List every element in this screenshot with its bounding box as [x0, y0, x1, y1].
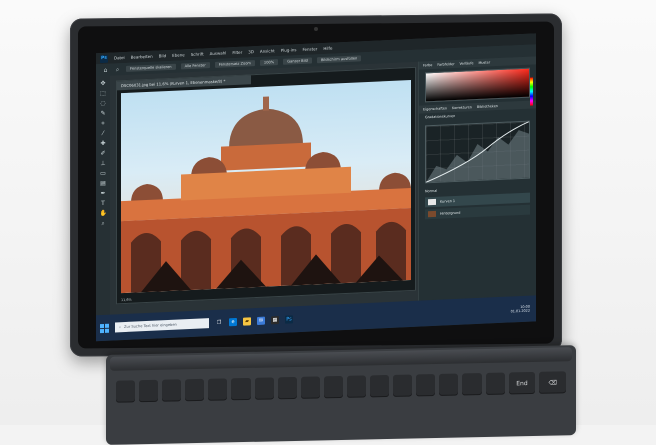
photoshop-logo-icon: Ps	[100, 54, 108, 63]
option-scrubby-zoom[interactable]: Fenstersatz Zoom	[214, 60, 255, 68]
layer-background-row[interactable]: Hintergrund	[425, 204, 530, 220]
mosque-illustration	[121, 96, 411, 294]
hue-slider[interactable]	[530, 77, 533, 106]
quick-select-icon[interactable]: ✎	[100, 110, 107, 117]
keyboard-key[interactable]	[277, 376, 297, 400]
tab-libraries[interactable]: Bibliotheken	[477, 104, 498, 109]
keyboard-key[interactable]	[416, 374, 436, 397]
ps-right-panels: Farbe Farbfelder Verläufe Muster Eigensc…	[418, 56, 536, 301]
color-picker-field[interactable]	[425, 67, 530, 103]
layer-name: Kurven 1	[440, 199, 456, 204]
menu-image[interactable]: Bild	[159, 53, 167, 58]
search-placeholder: Zur Suche Text hier eingeben	[124, 322, 177, 330]
keyboard-key[interactable]	[485, 372, 505, 395]
keyboard-key[interactable]	[439, 373, 459, 396]
document-zoom-status: 11,6%	[121, 297, 132, 303]
photoshop-taskbar-icon[interactable]: Ps	[285, 315, 293, 324]
dome-spire-shape	[263, 96, 269, 111]
keyboard-key[interactable]	[300, 376, 320, 399]
mail-icon[interactable]: ✉	[257, 316, 265, 325]
menu-window[interactable]: Fenster	[302, 46, 317, 52]
backspace-key-icon[interactable]: ⌫	[539, 371, 567, 394]
system-tray-clock[interactable]: 10:00 01.01.2022	[511, 304, 530, 314]
keyboard-key[interactable]	[370, 374, 390, 398]
keyboard-key[interactable]	[116, 380, 136, 403]
taskbar-search-input[interactable]: ⌕ Zur Suche Text hier eingeben	[115, 318, 209, 333]
menu-file[interactable]: Datei	[114, 55, 125, 60]
option-fit-screen[interactable]: Ganzer Bild	[283, 57, 312, 65]
layer-thumb-icon	[428, 210, 436, 218]
healing-brush-icon[interactable]: ✚	[100, 140, 107, 147]
detachable-keyboard: End ⌫	[106, 345, 576, 445]
eyedropper-icon[interactable]: ⁄	[100, 130, 107, 137]
tab-patterns[interactable]: Muster	[478, 60, 490, 65]
hand-tool-icon[interactable]: ✋	[100, 210, 107, 217]
tab-gradients[interactable]: Verläufe	[459, 61, 473, 66]
menu-select[interactable]: Auswahl	[210, 50, 227, 56]
brush-tool-icon[interactable]: ✐	[100, 150, 107, 157]
edge-icon[interactable]: e	[229, 317, 237, 327]
stamp-tool-icon[interactable]: ⊥	[100, 160, 107, 167]
keyboard-key[interactable]	[346, 375, 367, 398]
document-window: DSC06031.jpg bei 11,6% (Kurven 1, Ebenen…	[116, 66, 416, 305]
keyboard-key[interactable]	[323, 375, 343, 399]
menu-edit[interactable]: Bearbeiten	[131, 54, 153, 60]
marquee-tool-icon[interactable]: ⬚	[100, 90, 107, 97]
end-key[interactable]: End	[508, 371, 536, 395]
text-tool-icon[interactable]: T	[100, 200, 107, 207]
menu-3d[interactable]: 3D	[248, 49, 254, 54]
keyboard-key[interactable]	[185, 378, 205, 402]
tab-properties[interactable]: Eigenschaften	[423, 106, 447, 111]
tab-adjustments[interactable]: Korrekturen	[452, 105, 472, 110]
curves-graph[interactable]	[425, 120, 530, 184]
dome-drum-shape	[221, 142, 311, 171]
curves-svg	[425, 121, 530, 183]
tab-color[interactable]: Farbe	[423, 63, 432, 67]
keyboard-key[interactable]	[462, 373, 482, 396]
windows-start-icon[interactable]	[100, 323, 109, 333]
option-all-windows[interactable]: Alle Fenster	[180, 62, 210, 70]
layer-thumb-icon	[428, 198, 436, 206]
zoom-tool-icon[interactable]: ⌕	[100, 220, 107, 227]
move-tool-icon[interactable]: ✥	[100, 80, 107, 87]
keyboard-key[interactable]	[208, 378, 228, 401]
menu-layer[interactable]: Ebene	[172, 52, 185, 58]
search-icon: ⌕	[119, 325, 122, 330]
home-icon[interactable]: ⌂	[102, 66, 109, 73]
layer-name: Hintergrund	[440, 210, 461, 216]
front-camera	[314, 26, 318, 32]
keyboard-key[interactable]	[254, 377, 274, 400]
keyboard-key[interactable]	[162, 379, 182, 402]
keyboard-key[interactable]	[393, 374, 413, 397]
task-view-icon[interactable]: ❐	[215, 319, 223, 327]
pen-tool-icon[interactable]: ✒	[100, 190, 107, 197]
tablet-screen: Ps Datei Bearbeiten Bild Ebene Schrift A…	[96, 33, 536, 342]
zoom-icon[interactable]: ⌕	[114, 66, 121, 73]
eraser-tool-icon[interactable]: ▭	[100, 170, 107, 177]
menu-view[interactable]: Ansicht	[260, 48, 275, 54]
mosque-photo	[121, 80, 411, 294]
keyboard-key[interactable]	[139, 379, 159, 403]
gradient-tool-icon[interactable]: ▤	[100, 180, 107, 187]
keyboard-top-row: End ⌫	[116, 371, 567, 403]
menu-plugins[interactable]: Plug-ins	[281, 47, 297, 53]
option-fill-screen[interactable]: Bildschirm ausfüllen	[316, 55, 362, 64]
option-100-percent[interactable]: 100%	[259, 59, 279, 66]
tablet-device: Ps Datei Bearbeiten Bild Ebene Schrift A…	[70, 13, 562, 357]
store-icon[interactable]: ▦	[271, 315, 279, 325]
lasso-tool-icon[interactable]: ◌	[100, 100, 107, 107]
tray-date: 01.01.2022	[510, 308, 530, 314]
option-resize-windows[interactable]: Fensterquelle skalieren	[126, 63, 176, 72]
keyboard-key[interactable]	[231, 377, 251, 401]
tab-swatches[interactable]: Farbfelder	[437, 62, 454, 67]
file-explorer-icon[interactable]: ▰	[243, 317, 251, 326]
menu-filter[interactable]: Filter	[232, 50, 242, 55]
crop-tool-icon[interactable]: ⌗	[100, 120, 107, 127]
menu-help[interactable]: Hilfe	[323, 46, 332, 51]
ps-toolbar: ✥ ⬚ ◌ ✎ ⌗ ⁄ ✚ ✐ ⊥ ▭ ▤ ✒ T ✋ ⌕	[96, 75, 110, 316]
main-dome-shape	[229, 108, 303, 149]
menu-type[interactable]: Schrift	[191, 51, 204, 57]
histogram-shape	[426, 130, 529, 183]
